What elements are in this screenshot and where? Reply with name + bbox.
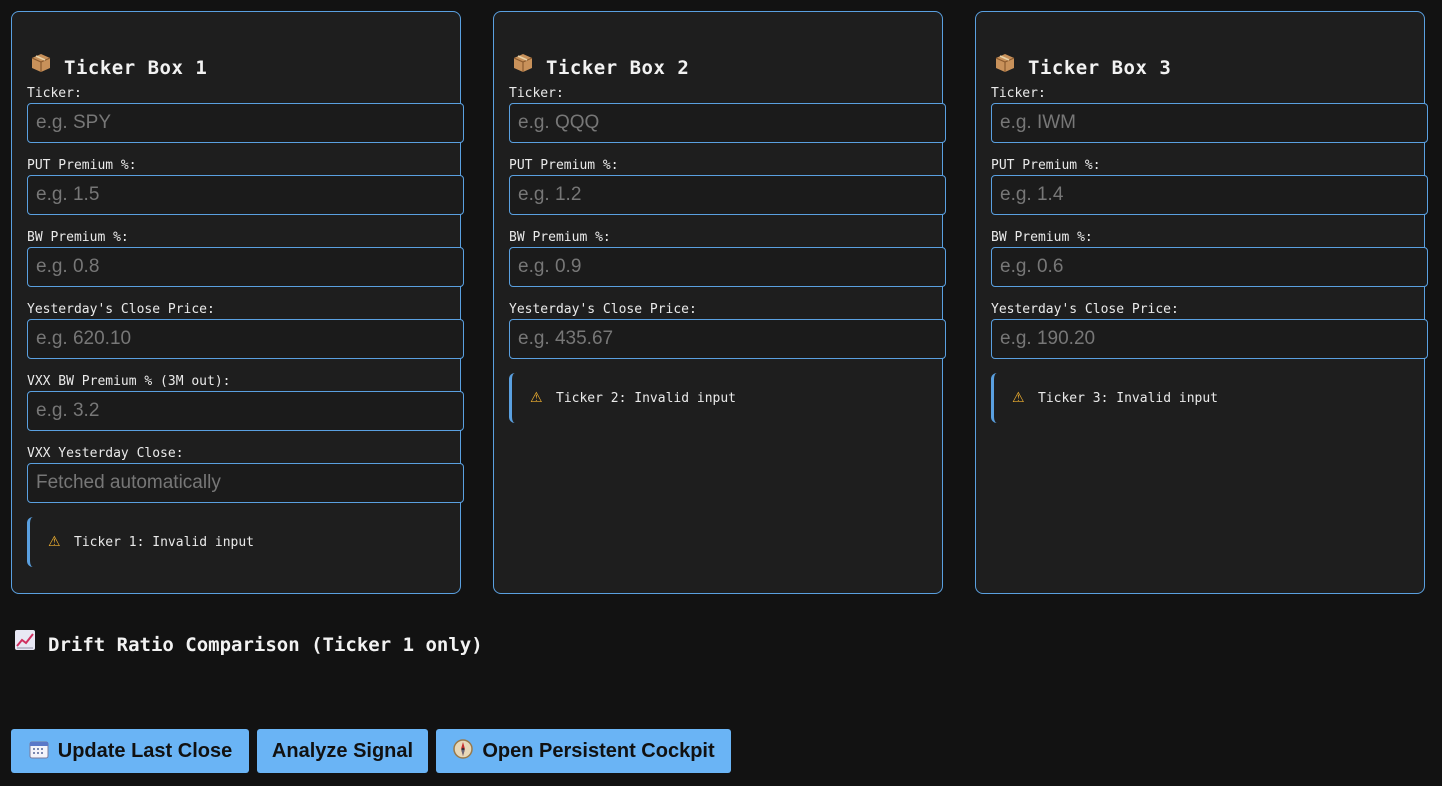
package-icon (512, 52, 538, 79)
vxx-close-input[interactable] (27, 463, 464, 503)
calendar-icon (28, 739, 50, 764)
ticker-label: Ticker: (991, 86, 1046, 101)
warning-text: Ticker 3: Invalid input (1038, 390, 1219, 406)
bw-premium-input[interactable] (991, 247, 1428, 287)
put-premium-field: PUT Premium %: (991, 157, 1428, 215)
vxx-bw-premium-field: VXX BW Premium % (3M out): (27, 373, 464, 431)
ticker-field: Ticker: (991, 85, 1428, 143)
warning-icon: ⚠ (48, 534, 61, 550)
ticker-label: Ticker: (509, 86, 564, 101)
bw-premium-label: BW Premium %: (991, 230, 1093, 245)
ticker-field: Ticker: (509, 85, 946, 143)
ticker-box-2: Ticker Box 2 Ticker: PUT Premium %: BW P… (493, 11, 946, 594)
ticker-box-1: Ticker Box 1 Ticker: PUT Premium %: BW P… (11, 11, 464, 594)
put-premium-field: PUT Premium %: (509, 157, 946, 215)
bw-premium-input[interactable] (27, 247, 464, 287)
bw-premium-field: BW Premium %: (27, 229, 464, 287)
open-persistent-cockpit-button[interactable]: Open Persistent Cockpit (436, 729, 731, 773)
ticker-input[interactable] (509, 103, 946, 143)
warning-icon: ⚠ (530, 390, 543, 406)
warning-text: Ticker 1: Invalid input (74, 534, 255, 550)
drift-ratio-title: Drift Ratio Comparison (Ticker 1 only) (14, 629, 483, 656)
close-price-label: Yesterday's Close Price: (509, 302, 697, 317)
analyze-signal-button[interactable]: Analyze Signal (257, 729, 428, 773)
put-premium-input[interactable] (991, 175, 1428, 215)
put-premium-label: PUT Premium %: (509, 158, 619, 173)
warning-message: ⚠ Ticker 2: Invalid input (509, 373, 929, 423)
put-premium-label: PUT Premium %: (991, 158, 1101, 173)
ticker-box-3-title: Ticker Box 3 (994, 52, 1171, 79)
close-price-input[interactable] (991, 319, 1428, 359)
ticker-box-1-title: Ticker Box 1 (30, 52, 207, 79)
warning-text: Ticker 2: Invalid input (556, 390, 737, 406)
bw-premium-label: BW Premium %: (509, 230, 611, 245)
vxx-close-label: VXX Yesterday Close: (27, 446, 184, 461)
vxx-close-field: VXX Yesterday Close: (27, 445, 464, 503)
close-price-label: Yesterday's Close Price: (991, 302, 1179, 317)
chart-increasing-icon (14, 629, 38, 656)
vxx-bw-premium-input[interactable] (27, 391, 464, 431)
ticker-box-3: Ticker Box 3 Ticker: PUT Premium %: BW P… (975, 11, 1428, 594)
bw-premium-field: BW Premium %: (991, 229, 1428, 287)
package-icon (30, 52, 56, 79)
close-price-input[interactable] (27, 319, 464, 359)
close-price-label: Yesterday's Close Price: (27, 302, 215, 317)
vxx-bw-premium-label: VXX BW Premium % (3M out): (27, 374, 231, 389)
close-price-field: Yesterday's Close Price: (509, 301, 946, 359)
ticker-input[interactable] (991, 103, 1428, 143)
warning-message: ⚠ Ticker 3: Invalid input (991, 373, 1411, 423)
put-premium-label: PUT Premium %: (27, 158, 137, 173)
bw-premium-label: BW Premium %: (27, 230, 129, 245)
warning-message: ⚠ Ticker 1: Invalid input (27, 517, 447, 567)
package-icon (994, 52, 1020, 79)
ticker-field: Ticker: (27, 85, 464, 143)
ticker-label: Ticker: (27, 86, 82, 101)
compass-icon (452, 738, 474, 764)
put-premium-field: PUT Premium %: (27, 157, 464, 215)
close-price-field: Yesterday's Close Price: (991, 301, 1428, 359)
close-price-field: Yesterday's Close Price: (27, 301, 464, 359)
put-premium-input[interactable] (509, 175, 946, 215)
put-premium-input[interactable] (27, 175, 464, 215)
warning-icon: ⚠ (1012, 390, 1025, 406)
close-price-input[interactable] (509, 319, 946, 359)
bw-premium-input[interactable] (509, 247, 946, 287)
ticker-box-2-title: Ticker Box 2 (512, 52, 689, 79)
ticker-input[interactable] (27, 103, 464, 143)
update-last-close-button[interactable]: Update Last Close (11, 729, 249, 773)
bw-premium-field: BW Premium %: (509, 229, 946, 287)
